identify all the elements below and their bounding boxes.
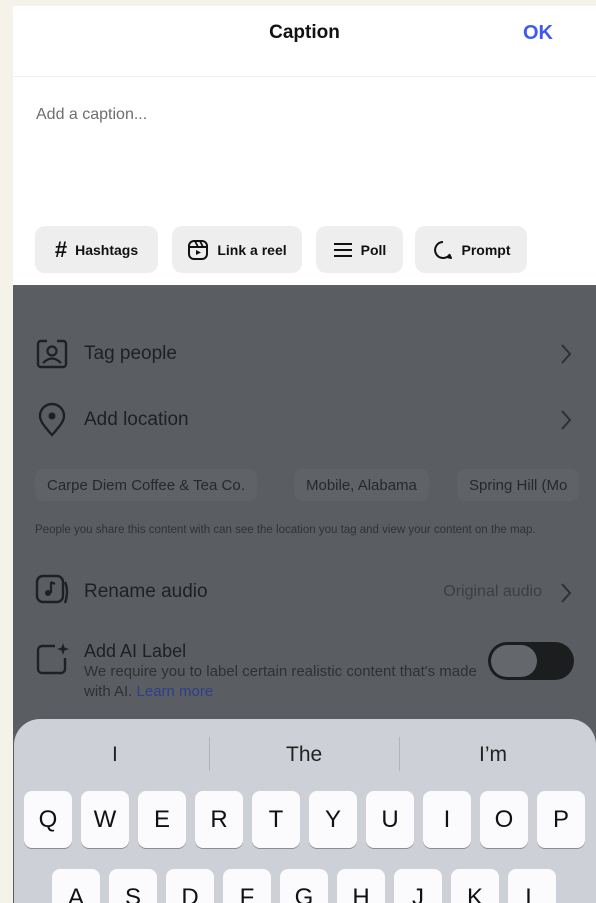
reel-icon (188, 239, 209, 260)
key-y[interactable]: Y (309, 791, 357, 848)
key-j[interactable]: J (394, 869, 442, 903)
keyboard-suggestion[interactable]: The (286, 743, 322, 767)
caption-input[interactable]: Add a caption... (36, 106, 147, 124)
link-reel-chip[interactable]: Link a reel (172, 226, 302, 273)
key-r[interactable]: R (195, 791, 243, 848)
key-h[interactable]: H (337, 869, 385, 903)
rename-audio-row[interactable]: Rename audio Original audio (13, 572, 596, 612)
key-a[interactable]: A (52, 869, 100, 903)
key-p[interactable]: P (537, 791, 585, 848)
key-g[interactable]: G (280, 869, 328, 903)
tag-people-icon (36, 339, 68, 369)
chip-label: Link a reel (217, 241, 287, 258)
rename-audio-label: Rename audio (84, 581, 208, 602)
suggestion-divider (399, 737, 400, 771)
chevron-right-icon (561, 410, 572, 430)
chip-label: Prompt (461, 241, 511, 258)
ai-label-toggle[interactable] (488, 642, 574, 680)
audio-value: Original audio (443, 583, 542, 600)
location-suggestion-chip[interactable]: Spring Hill (Mo (457, 469, 580, 501)
suggestion-divider (209, 737, 210, 771)
poll-icon (333, 242, 352, 257)
key-i[interactable]: I (423, 791, 471, 848)
keyboard-suggestion[interactable]: I (112, 743, 118, 767)
tag-people-row[interactable]: Tag people (13, 335, 596, 375)
onscreen-keyboard: I The I’m Q W E R T Y U I O P A S D F G … (14, 719, 596, 903)
location-suggestion-chip[interactable]: Mobile, Alabama (294, 469, 429, 501)
ai-sparkle-icon (36, 643, 69, 675)
key-l[interactable]: L (508, 869, 556, 903)
key-e[interactable]: E (138, 791, 186, 848)
header-bar: Caption OK (13, 6, 596, 77)
key-t[interactable]: T (252, 791, 300, 848)
key-d[interactable]: D (166, 869, 214, 903)
key-s[interactable]: S (109, 869, 157, 903)
chevron-right-icon (561, 583, 572, 603)
hash-icon: # (54, 236, 68, 262)
tag-people-label: Tag people (84, 343, 177, 364)
location-suggestions: Carpe Diem Coffee & Tea Co. Mobile, Alab… (13, 469, 596, 501)
music-note-icon (35, 574, 69, 604)
location-pin-icon (38, 402, 66, 437)
key-k[interactable]: K (451, 869, 499, 903)
ai-label-row: Add AI Label We require you to label cer… (13, 637, 596, 707)
location-suggestion-chip[interactable]: Carpe Diem Coffee & Tea Co. (35, 469, 257, 501)
learn-more-link[interactable]: Learn more (137, 683, 214, 700)
key-w[interactable]: W (81, 791, 129, 848)
poll-chip[interactable]: Poll (316, 226, 403, 273)
hashtags-chip[interactable]: # Hashtags (35, 226, 158, 273)
toggle-knob (491, 645, 537, 677)
chip-label: Poll (360, 241, 387, 258)
add-location-row[interactable]: Add location (13, 400, 596, 440)
keyboard-suggestion[interactable]: I’m (479, 743, 507, 767)
ai-label-title: Add AI Label (84, 641, 187, 661)
location-privacy-note: People you share this content with can s… (35, 524, 536, 536)
key-q[interactable]: Q (24, 791, 72, 848)
prompt-chip[interactable]: Prompt (415, 226, 527, 273)
chip-label: Hashtags (75, 241, 139, 258)
ok-button[interactable]: OK (523, 22, 553, 45)
add-location-label: Add location (84, 409, 189, 430)
page-title: Caption (269, 22, 340, 43)
prompt-icon (433, 240, 452, 259)
key-f[interactable]: F (223, 869, 271, 903)
chevron-right-icon (561, 344, 572, 364)
key-u[interactable]: U (366, 791, 414, 848)
caption-screen: Caption OK Add a caption... # Hashtags L… (13, 6, 596, 903)
key-o[interactable]: O (480, 791, 528, 848)
ai-label-description: We require you to label certain realisti… (84, 662, 484, 702)
